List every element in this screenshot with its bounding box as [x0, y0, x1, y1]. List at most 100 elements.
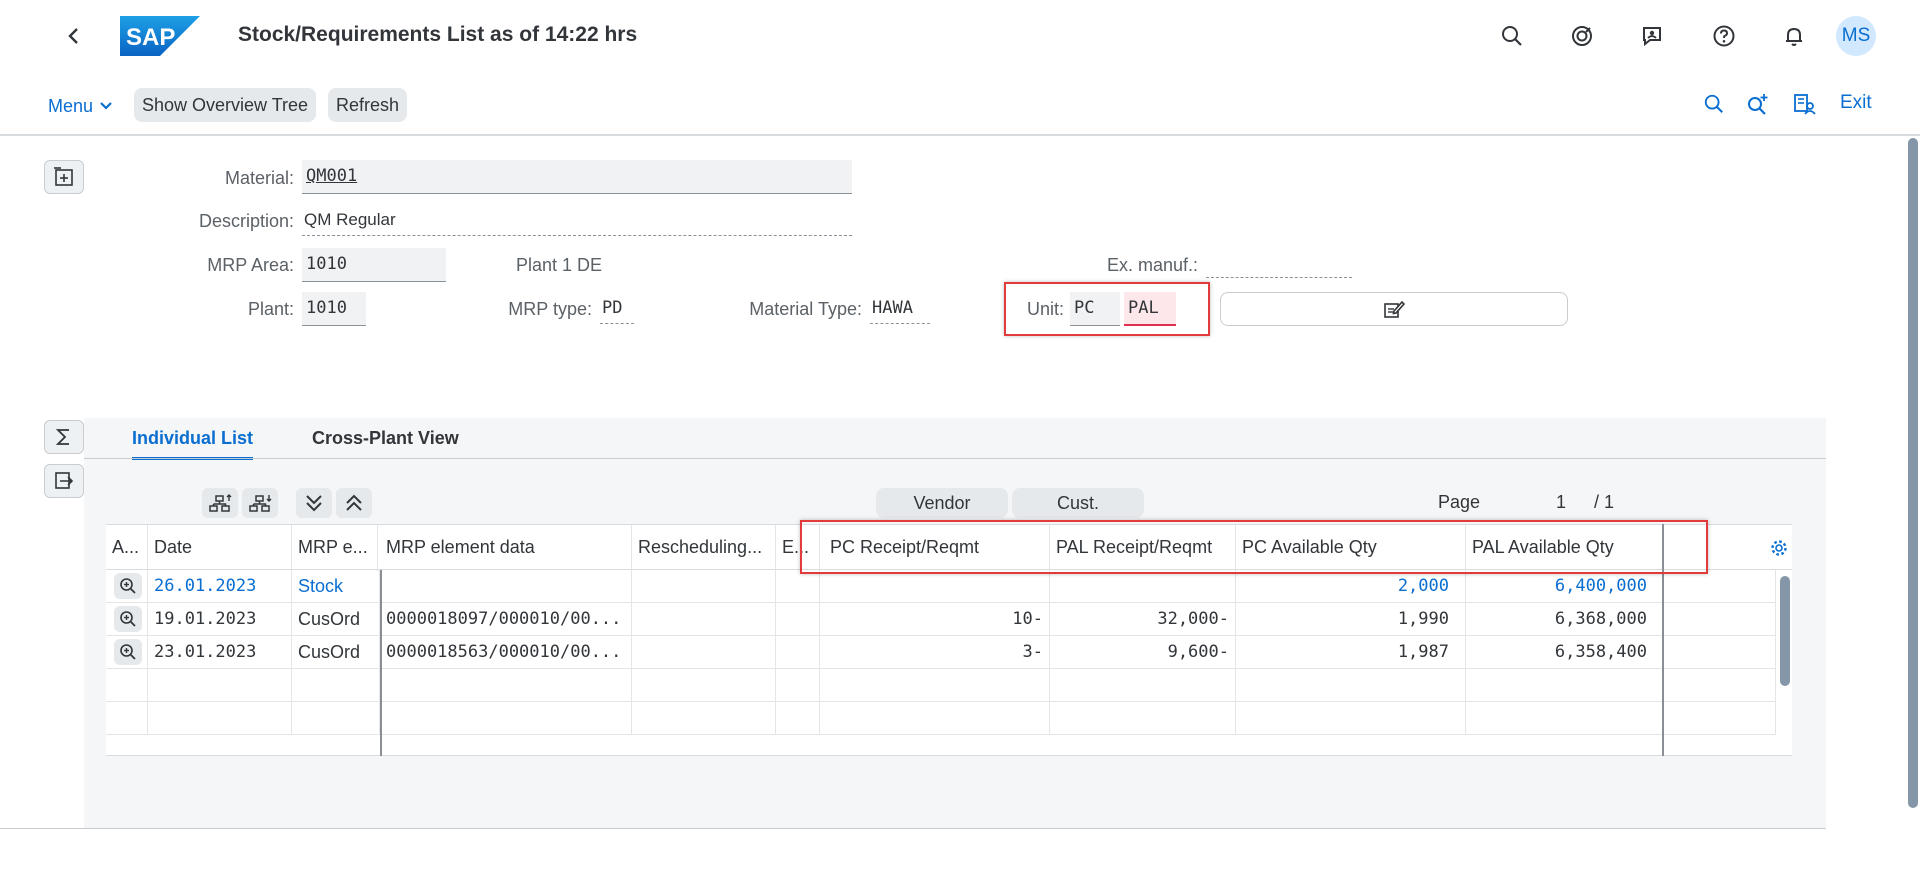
edit-document-icon	[1384, 300, 1406, 318]
rescheduling-cell	[632, 570, 776, 603]
mrp-area-field[interactable]: 1010	[302, 248, 446, 282]
tab-individual-list[interactable]: Individual List	[132, 428, 254, 460]
collapse-all-button[interactable]	[336, 488, 372, 518]
customer-button[interactable]: Cust.	[1012, 488, 1144, 518]
shell-bar: SAP Stock/Requirements List as of 14:22 …	[0, 0, 1920, 72]
pc-available-cell: 1,990	[1236, 603, 1466, 636]
row-detail-cell	[106, 603, 148, 636]
empty-cell	[148, 669, 292, 702]
table-row[interactable]: 23.01.2023 CusOrd 0000018563/000010/00..…	[106, 636, 1776, 669]
empty-cell	[1050, 669, 1236, 702]
zoom-in-icon	[120, 644, 136, 660]
empty-cell	[632, 669, 776, 702]
search-icon[interactable]	[1498, 22, 1526, 50]
mrp-element-cell: CusOrd	[292, 636, 380, 669]
pal-available-cell: 6,368,000	[1466, 603, 1664, 636]
zoom-button[interactable]	[114, 606, 142, 632]
settings-user-icon[interactable]	[1790, 90, 1818, 118]
empty-cell	[148, 702, 292, 735]
table-row[interactable]: 26.01.2023 Stock 2,000 6,400,000	[106, 570, 1776, 603]
ex-manuf-label: Ex. manuf.:	[1106, 255, 1198, 275]
switch-icon	[55, 472, 74, 489]
date-cell: 23.01.2023	[148, 636, 292, 669]
table-scrollbar-thumb[interactable]	[1780, 576, 1790, 686]
empty-cell	[106, 669, 148, 702]
empty-cell	[1236, 669, 1466, 702]
pc-available-cell: 1,987	[1236, 636, 1466, 669]
copilot-icon[interactable]	[1568, 22, 1596, 50]
material-field[interactable]: QM001	[302, 160, 852, 194]
mrp-area-text: Plant 1 DE	[516, 255, 603, 275]
material-type-field: HAWA	[870, 294, 930, 324]
find-icon[interactable]	[1700, 90, 1728, 118]
empty-cell	[820, 702, 1050, 735]
mrp-element-cell[interactable]: Stock	[292, 570, 380, 603]
show-overview-tree-button[interactable]: Show Overview Tree	[134, 88, 317, 122]
pc-available-cell[interactable]: 2,000	[1236, 570, 1466, 603]
hierarchy-up-icon	[209, 494, 232, 512]
pal-available-cell[interactable]: 6,400,000	[1466, 570, 1664, 603]
tab-divider	[84, 458, 1826, 459]
chevron-left-icon	[68, 28, 78, 44]
pc-receipt-cell: 10-	[820, 603, 1050, 636]
mrp-element-data-cell: 0000018097/000010/00...	[380, 603, 632, 636]
mrp-type-field: PD	[600, 294, 634, 324]
table-settings-icon[interactable]	[1770, 539, 1788, 562]
sort-ascending-button[interactable]	[202, 488, 238, 518]
page-scrollbar[interactable]	[1908, 138, 1918, 808]
totals-button[interactable]	[44, 420, 84, 454]
vendor-button[interactable]: Vendor	[876, 488, 1008, 518]
col-header-a[interactable]: A...	[106, 525, 148, 571]
empty-cell	[776, 702, 820, 735]
empty-cell	[380, 702, 632, 735]
col-header-mrp-element-data[interactable]: MRP element data	[380, 525, 632, 571]
description-field: QM Regular	[302, 206, 852, 236]
col-header-mrp-element[interactable]: MRP e...	[292, 525, 378, 571]
menu-button[interactable]: Menu	[48, 90, 113, 122]
material-label: Material:	[224, 168, 294, 188]
switch-view-button[interactable]	[44, 464, 84, 498]
tab-cross-plant-view[interactable]: Cross-Plant View	[312, 428, 459, 460]
sap-logo-text: SAP	[126, 24, 175, 51]
toolbar-divider	[0, 134, 1920, 136]
pal-receipt-cell: 32,000-	[1050, 603, 1236, 636]
rescheduling-cell	[632, 603, 776, 636]
sap-logo[interactable]: SAP	[120, 16, 200, 56]
rescheduling-cell	[632, 636, 776, 669]
find-next-icon[interactable]	[1744, 90, 1772, 118]
feedback-icon[interactable]	[1638, 22, 1666, 50]
empty-cell	[1236, 702, 1466, 735]
zoom-button[interactable]	[114, 573, 142, 599]
e-cell	[776, 603, 820, 636]
table-row[interactable]: 19.01.2023 CusOrd 0000018097/000010/00..…	[106, 603, 1776, 636]
date-cell[interactable]: 26.01.2023	[148, 570, 292, 603]
expand-all-button[interactable]	[296, 488, 332, 518]
back-button[interactable]	[60, 22, 88, 50]
sort-descending-button[interactable]	[242, 488, 278, 518]
refresh-button[interactable]: Refresh	[328, 88, 408, 122]
avatar[interactable]: MS	[1836, 16, 1876, 56]
zoom-in-icon	[120, 578, 136, 594]
notifications-icon[interactable]	[1780, 22, 1808, 50]
exit-button[interactable]: Exit	[1840, 92, 1872, 114]
pal-receipt-cell	[1050, 570, 1236, 603]
page-current: 1	[1556, 492, 1567, 512]
empty-cell	[1664, 636, 1776, 669]
e-cell	[776, 636, 820, 669]
menu-label: Menu	[48, 95, 94, 116]
edit-unit-button[interactable]	[1220, 292, 1568, 326]
empty-cell	[1664, 669, 1776, 702]
col-header-date[interactable]: Date	[148, 525, 292, 571]
zoom-button[interactable]	[114, 639, 142, 665]
pal-available-cell: 6,358,400	[1466, 636, 1664, 669]
sum-icon	[55, 429, 69, 445]
table-scrollbar[interactable]	[1778, 570, 1792, 756]
help-icon[interactable]	[1710, 22, 1738, 50]
expand-header-button[interactable]	[44, 160, 84, 194]
fixed-column-separator	[380, 570, 382, 756]
empty-cell	[1466, 669, 1664, 702]
col-header-rescheduling[interactable]: Rescheduling...	[632, 525, 776, 571]
plant-field[interactable]: 1010	[302, 292, 366, 326]
description-label: Description:	[198, 211, 294, 231]
table-row-empty	[106, 669, 1776, 702]
